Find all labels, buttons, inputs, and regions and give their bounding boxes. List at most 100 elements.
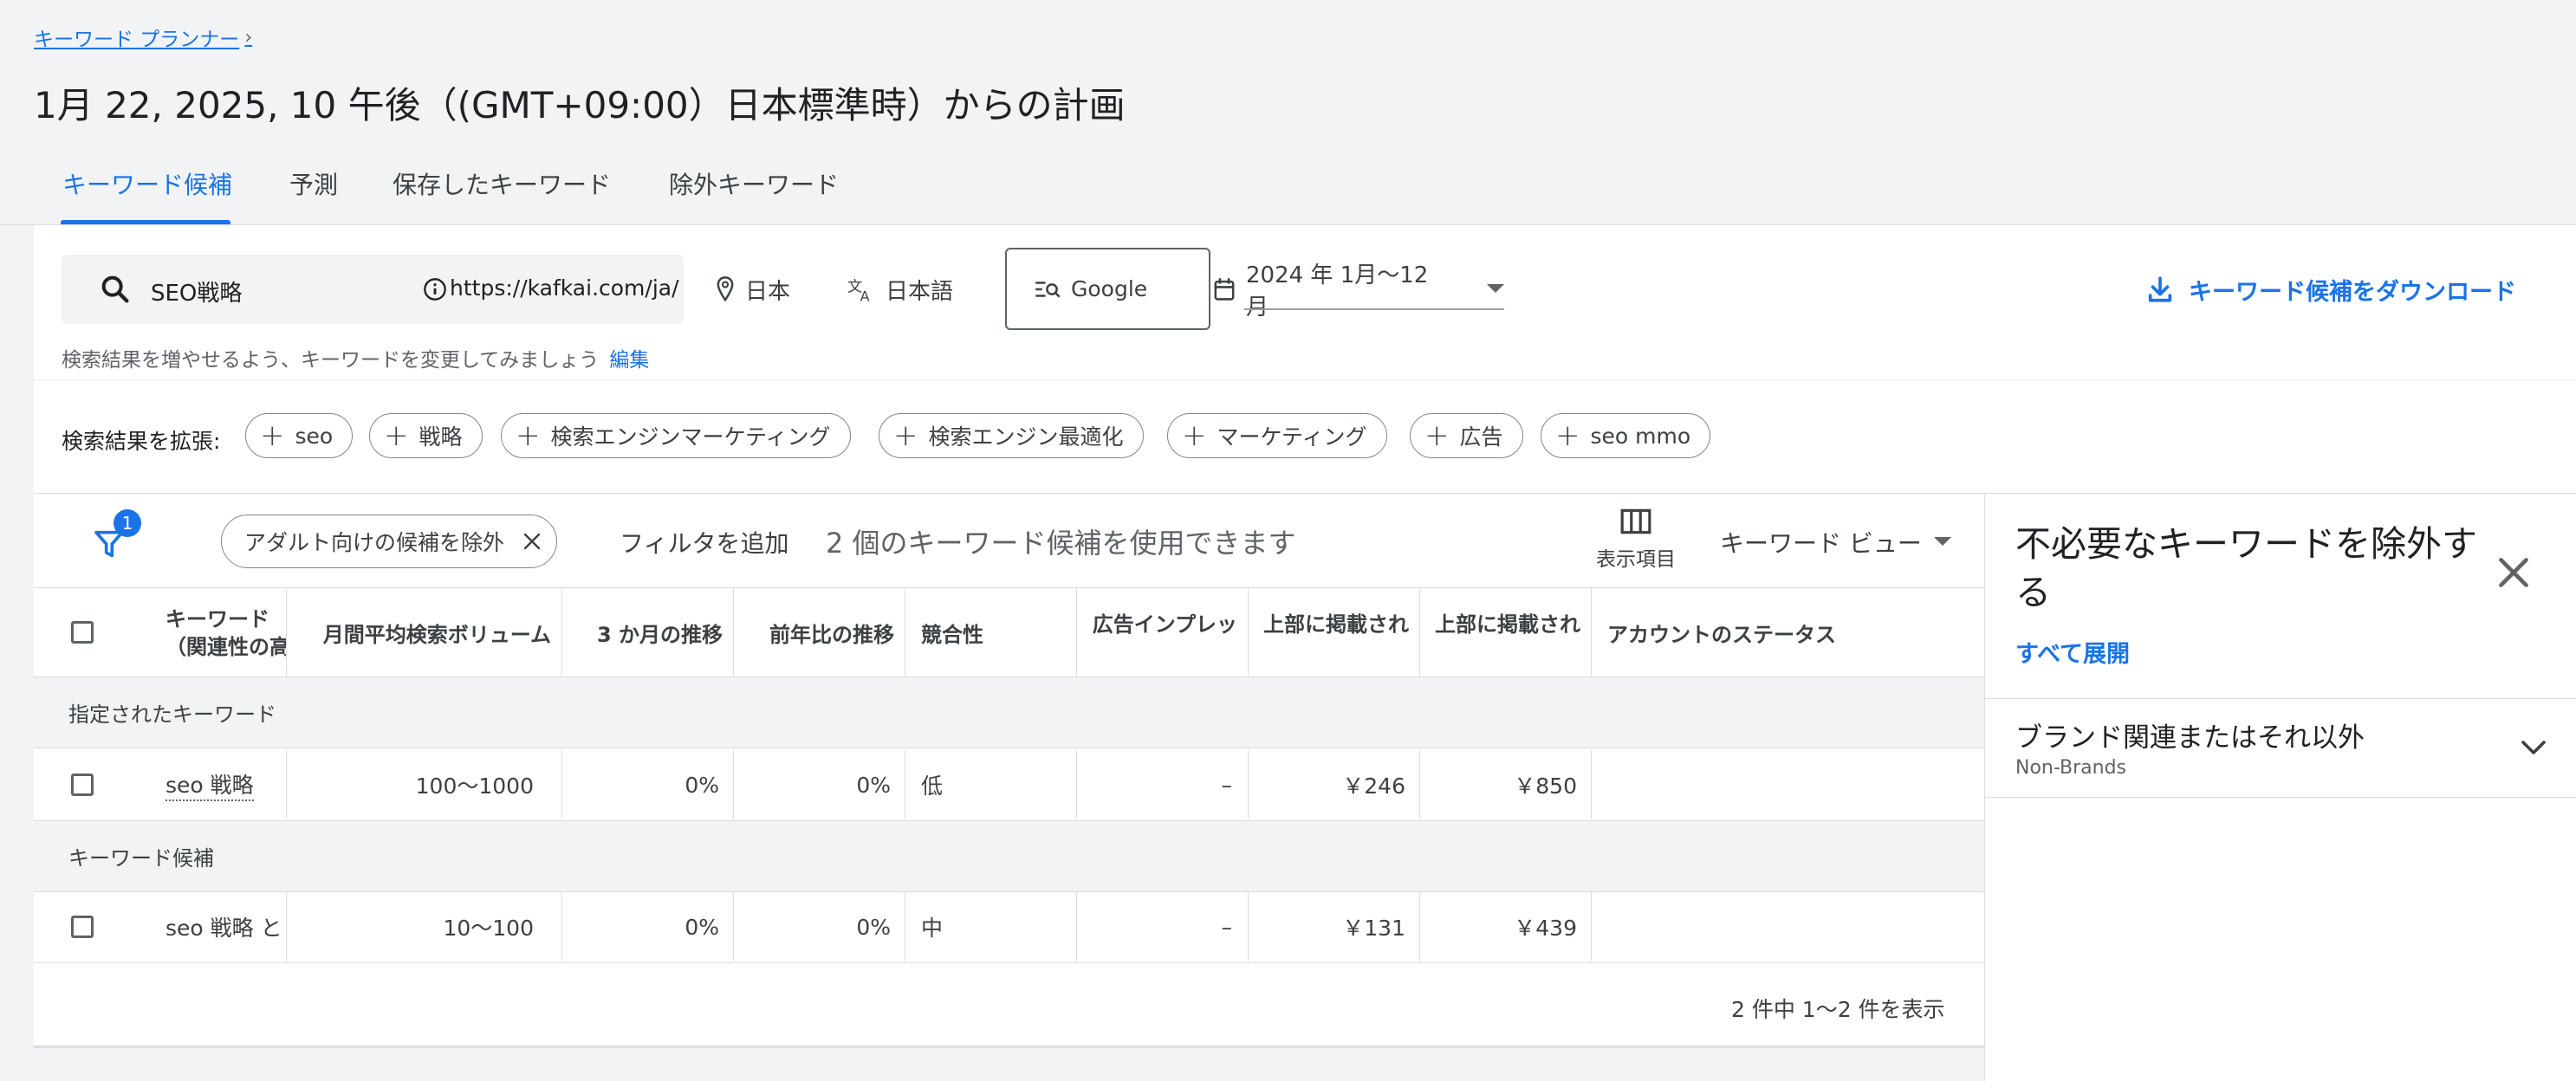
- keyword-text[interactable]: seo 戦略 と は: [165, 911, 286, 942]
- chip-label: seo: [295, 423, 334, 449]
- column-header-keyword[interactable]: キーワード （関連性の高い: [131, 588, 287, 676]
- columns-button[interactable]: 表示項目: [1593, 508, 1679, 582]
- group-header-ideas: キーワード候補: [34, 821, 1984, 892]
- broaden-chip-sem[interactable]: + 検索エンジンマーケティング: [501, 413, 851, 458]
- column-header-impression-share[interactable]: 広告インプレッ: [1077, 588, 1249, 676]
- table-header: キーワード （関連性の高い 月間平均検索ボリューム 3 か月の推移 前年比の推移…: [34, 587, 1984, 677]
- competition-cell: 中: [905, 892, 1077, 961]
- panel-divider: [1985, 698, 2576, 699]
- panel-divider: [1985, 797, 2576, 798]
- row-select-cell: [34, 892, 131, 961]
- date-range-label: 2024 年 1月～12月: [1246, 262, 1429, 320]
- keyword-cell: seo 戦略: [131, 750, 287, 819]
- pagination-summary: 2 件中 1～2 件を表示: [1731, 997, 1945, 1022]
- top-bid-low-cell: ￥131: [1249, 892, 1420, 961]
- translate-icon: 文A: [847, 276, 875, 302]
- header-keyword-line2: （関連性の高い: [165, 635, 286, 659]
- chip-label: 検索エンジンマーケティング: [550, 424, 831, 450]
- language-button[interactable]: 文A 日本語: [847, 255, 953, 324]
- broaden-chip-seo-jp[interactable]: + 検索エンジン最適化: [879, 413, 1144, 458]
- close-icon[interactable]: [522, 531, 542, 552]
- broaden-chip-seo-mmo[interactable]: + seo mmo: [1541, 413, 1711, 458]
- column-header-yoy[interactable]: 前年比の推移: [734, 588, 905, 676]
- column-header-top-bid-high[interactable]: 上部に掲載され: [1420, 588, 1592, 676]
- row-checkbox[interactable]: [71, 774, 94, 796]
- search-network-icon: [1035, 278, 1061, 301]
- location-button[interactable]: 日本: [716, 255, 790, 324]
- chip-label: seo mmo: [1590, 423, 1691, 449]
- hint-text: 検索結果を増やせるよう、キーワードを変更してみましょう: [62, 349, 600, 372]
- language-label: 日本語: [886, 278, 954, 305]
- plus-icon: +: [516, 418, 541, 453]
- column-header-three-month[interactable]: 3 か月の推移: [562, 588, 734, 676]
- expand-all-link[interactable]: すべて展開: [2015, 635, 2130, 669]
- three-month-cell: 0%: [562, 750, 734, 819]
- three-month-cell: 0%: [562, 892, 734, 961]
- column-header-top-bid-low[interactable]: 上部に掲載され: [1249, 588, 1420, 676]
- chevron-right-icon: ›: [244, 26, 253, 49]
- breadcrumb[interactable]: キーワード プランナー ›: [34, 23, 252, 52]
- card-divider: [34, 379, 2576, 380]
- top-bid-high-cell: ￥439: [1420, 892, 1592, 961]
- table-row: seo 戦略 100～1000 0% 0% 低 – ￥246 ￥850: [34, 750, 1984, 821]
- add-filter-button[interactable]: フィルタを追加: [620, 525, 788, 560]
- date-range-underline: [1244, 308, 1504, 310]
- search-icon: [98, 272, 133, 307]
- tab-keyword-ideas[interactable]: キーワード候補: [62, 166, 232, 223]
- edit-link[interactable]: 編集: [609, 349, 649, 372]
- search-hint: 検索結果を増やせるよう、キーワードを変更してみましょう 編集: [62, 343, 649, 372]
- search-input[interactable]: SEO戦略 https://kafkai.com/ja/: [62, 255, 684, 324]
- plus-icon: +: [1555, 418, 1580, 453]
- adult-filter-chip[interactable]: アダルト向けの候補を除外: [221, 515, 558, 568]
- close-icon[interactable]: [2492, 551, 2535, 594]
- broaden-chip-seo[interactable]: + seo: [245, 413, 354, 458]
- download-button[interactable]: キーワード候補をダウンロード: [2145, 255, 2516, 324]
- location-pin-icon: [716, 276, 735, 302]
- column-header-account-status[interactable]: アカウントのステータス: [1592, 588, 1984, 676]
- breadcrumb-link[interactable]: キーワード プランナー: [34, 23, 239, 52]
- select-all-cell: [34, 588, 131, 676]
- download-icon: [2145, 275, 2175, 304]
- chip-label: マーケティング: [1217, 424, 1367, 450]
- plus-icon: +: [384, 418, 409, 453]
- panel-title: 不必要なキーワードを除外する: [2015, 523, 2477, 613]
- network-selector[interactable]: Google: [1005, 248, 1210, 330]
- columns-label: 表示項目: [1596, 548, 1676, 571]
- chip-label: 広告: [1459, 424, 1503, 450]
- chip-label: 検索エンジン最適化: [928, 424, 1124, 450]
- column-header-competition[interactable]: 競合性: [905, 588, 1077, 676]
- chevron-down-icon[interactable]: [2518, 732, 2549, 763]
- tab-saved-keywords[interactable]: 保存したキーワード: [393, 166, 611, 223]
- impression-share-cell: –: [1077, 892, 1249, 961]
- brand-section-title[interactable]: ブランド関連またはそれ以外: [2015, 715, 2365, 754]
- account-status-cell: [1592, 750, 1984, 819]
- network-label: Google: [1071, 276, 1148, 301]
- keyword-text[interactable]: seo 戦略: [165, 768, 254, 801]
- broaden-chip-strategy[interactable]: + 戦略: [369, 413, 483, 458]
- keyword-view-label: キーワード ビュー: [1720, 529, 1922, 558]
- keyword-cell: seo 戦略 と は: [131, 892, 287, 961]
- broaden-chip-ads[interactable]: + 広告: [1410, 413, 1523, 458]
- search-keyword[interactable]: SEO戦略: [151, 275, 242, 307]
- search-url[interactable]: https://kafkai.com/ja/: [450, 275, 679, 301]
- column-header-volume[interactable]: 月間平均検索ボリューム: [287, 588, 562, 676]
- available-count: 2 個のキーワード候補を使用できます: [826, 527, 1296, 560]
- columns-icon: [1619, 508, 1652, 535]
- keyword-view-selector[interactable]: キーワード ビュー: [1720, 525, 1951, 560]
- dropdown-arrow-icon: [1933, 537, 1951, 547]
- yoy-cell: 0%: [734, 892, 905, 961]
- plus-icon: +: [1424, 418, 1450, 453]
- plus-icon: +: [1182, 418, 1207, 453]
- broaden-chip-marketing[interactable]: + マーケティング: [1167, 413, 1387, 458]
- tab-forecast[interactable]: 予測: [289, 166, 338, 223]
- top-bid-high-cell: ￥850: [1420, 750, 1592, 819]
- adult-filter-label: アダルト向けの候補を除外: [244, 530, 505, 555]
- broaden-label: 検索結果を拡張:: [62, 429, 221, 454]
- volume-cell: 100～1000: [287, 750, 562, 819]
- row-checkbox[interactable]: [71, 916, 94, 938]
- tab-negative-keywords[interactable]: 除外キーワード: [669, 166, 839, 223]
- calendar-icon: [1213, 277, 1236, 301]
- date-range-selector[interactable]: 2024 年 1月～12月: [1213, 255, 1504, 324]
- select-all-checkbox[interactable]: [71, 621, 94, 644]
- top-bid-low-cell: ￥246: [1249, 750, 1420, 819]
